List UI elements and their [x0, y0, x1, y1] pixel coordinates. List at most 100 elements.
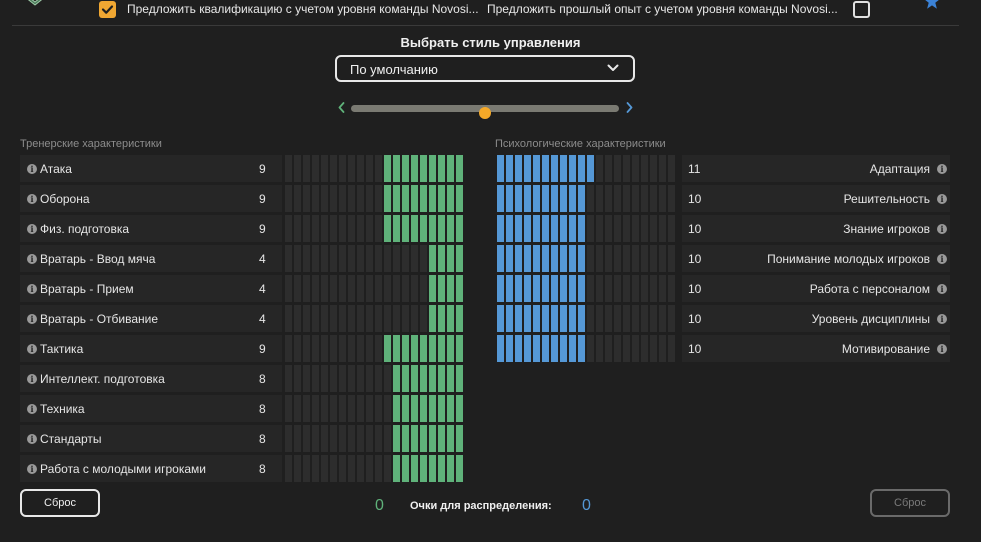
- attribute-bar[interactable]: [497, 155, 675, 182]
- bar-segment-filled: [456, 425, 463, 452]
- points-to-distribute-label: Очки для распределения:: [410, 500, 552, 512]
- info-icon[interactable]: i: [27, 284, 37, 294]
- bar-segment-empty: [659, 305, 666, 332]
- attribute-bar[interactable]: [285, 455, 463, 482]
- coaching-attribute-row[interactable]: i Оборона 9: [20, 185, 282, 212]
- attribute-bar[interactable]: [285, 245, 463, 272]
- suggest-qualification-label[interactable]: Предложить квалификацию с учетом уровня …: [127, 2, 479, 16]
- bar-segment-filled: [393, 335, 400, 362]
- attribute-bar[interactable]: [285, 365, 463, 392]
- info-icon[interactable]: i: [937, 224, 947, 234]
- reset-psych-button[interactable]: Сброс: [870, 489, 950, 517]
- attribute-bar[interactable]: [285, 185, 463, 212]
- psych-attribute-row[interactable]: 10 Мотивирование i: [682, 335, 950, 362]
- chevron-right-icon[interactable]: [626, 102, 633, 113]
- coaching-attribute-row[interactable]: i Вратарь - Ввод мяча 4: [20, 245, 282, 272]
- bar-segment-empty: [294, 215, 301, 242]
- coaching-attribute-row[interactable]: i Тактика 9: [20, 335, 282, 362]
- info-icon[interactable]: i: [27, 164, 37, 174]
- coaching-attribute-row[interactable]: i Интеллект. подготовка 8: [20, 365, 282, 392]
- attribute-bar[interactable]: [285, 395, 463, 422]
- info-icon[interactable]: i: [27, 254, 37, 264]
- coaching-attribute-row[interactable]: i Стандарты 8: [20, 425, 282, 452]
- slider-thumb[interactable]: [479, 107, 491, 119]
- info-icon[interactable]: i: [937, 254, 947, 264]
- attribute-bar[interactable]: [497, 185, 675, 212]
- attribute-bar[interactable]: [497, 245, 675, 272]
- psych-attribute-row[interactable]: 10 Работа с персоналом i: [682, 275, 950, 302]
- bar-segment-filled: [429, 365, 436, 392]
- bar-segment-filled: [420, 215, 427, 242]
- slider-track[interactable]: [351, 105, 619, 119]
- bar-segment-filled: [551, 245, 558, 272]
- info-icon[interactable]: i: [27, 404, 37, 414]
- bar-segment-empty: [285, 335, 292, 362]
- coaching-attribute-row[interactable]: i Физ. подготовка 9: [20, 215, 282, 242]
- bar-segment-filled: [384, 185, 391, 212]
- bar-segment-empty: [366, 335, 373, 362]
- management-style-dropdown[interactable]: По умолчанию: [335, 55, 635, 82]
- info-icon[interactable]: i: [937, 284, 947, 294]
- bar-segment-empty: [632, 335, 639, 362]
- coaching-attribute-row[interactable]: i Вратарь - Прием 4: [20, 275, 282, 302]
- suggest-experience-label[interactable]: Предложить прошлый опыт с учетом уровня …: [487, 2, 838, 16]
- attribute-bar[interactable]: [285, 425, 463, 452]
- bar-segment-filled: [402, 395, 409, 422]
- bar-segment-empty: [357, 455, 364, 482]
- info-icon[interactable]: i: [27, 344, 37, 354]
- bar-segment-filled: [515, 155, 522, 182]
- info-icon[interactable]: i: [937, 344, 947, 354]
- coaching-attribute-row[interactable]: i Атака 9: [20, 155, 282, 182]
- attribute-bar[interactable]: [285, 155, 463, 182]
- attribute-value: 10: [688, 282, 702, 296]
- bar-segment-filled: [578, 245, 585, 272]
- chevron-left-icon[interactable]: [338, 102, 345, 113]
- coaching-attribute-row[interactable]: i Работа с молодыми игроками 8: [20, 455, 282, 482]
- bar-segment-empty: [641, 215, 648, 242]
- bar-segment-empty: [312, 155, 319, 182]
- reset-coaching-button[interactable]: Сброс: [20, 489, 100, 517]
- info-icon[interactable]: i: [27, 464, 37, 474]
- psych-attribute-row[interactable]: 10 Уровень дисциплины i: [682, 305, 950, 332]
- info-icon[interactable]: i: [27, 314, 37, 324]
- bar-segment-empty: [420, 305, 427, 332]
- attribute-bar[interactable]: [497, 305, 675, 332]
- coaching-attribute-row[interactable]: i Вратарь - Отбивание 4: [20, 305, 282, 332]
- coaching-attribute-row[interactable]: i Техника 8: [20, 395, 282, 422]
- bar-segment-filled: [429, 395, 436, 422]
- bar-segment-empty: [596, 245, 603, 272]
- info-icon[interactable]: i: [27, 194, 37, 204]
- bar-segment-filled: [533, 245, 540, 272]
- bar-segment-filled: [393, 215, 400, 242]
- psych-attribute-row[interactable]: 10 Знание игроков i: [682, 215, 950, 242]
- attribute-bar[interactable]: [285, 335, 463, 362]
- attribute-bar[interactable]: [497, 275, 675, 302]
- attribute-bar[interactable]: [285, 275, 463, 302]
- suggest-qualification-checkbox[interactable]: [99, 1, 116, 18]
- attribute-bar[interactable]: [285, 215, 463, 242]
- star-icon[interactable]: [924, 0, 940, 9]
- psych-attribute-row[interactable]: 10 Понимание молодых игроков i: [682, 245, 950, 272]
- bar-segment-empty: [357, 185, 364, 212]
- bar-segment-empty: [668, 305, 675, 332]
- bar-segment-empty: [587, 185, 594, 212]
- psych-attribute-row[interactable]: 10 Решительность i: [682, 185, 950, 212]
- info-icon[interactable]: i: [937, 164, 947, 174]
- attribute-bar[interactable]: [497, 215, 675, 242]
- management-style-slider[interactable]: [338, 100, 633, 119]
- info-icon[interactable]: i: [27, 434, 37, 444]
- bar-segment-filled: [402, 425, 409, 452]
- bar-segment-empty: [312, 185, 319, 212]
- bar-segment-filled: [587, 155, 594, 182]
- info-icon[interactable]: i: [27, 224, 37, 234]
- attribute-bar[interactable]: [285, 305, 463, 332]
- psych-attribute-row[interactable]: 11 Адаптация i: [682, 155, 950, 182]
- suggest-experience-checkbox[interactable]: [853, 1, 870, 18]
- bar-segment-filled: [515, 335, 522, 362]
- bar-segment-empty: [330, 185, 337, 212]
- info-icon[interactable]: i: [937, 314, 947, 324]
- info-icon[interactable]: i: [27, 374, 37, 384]
- attribute-bar[interactable]: [497, 335, 675, 362]
- bar-segment-filled: [560, 185, 567, 212]
- info-icon[interactable]: i: [937, 194, 947, 204]
